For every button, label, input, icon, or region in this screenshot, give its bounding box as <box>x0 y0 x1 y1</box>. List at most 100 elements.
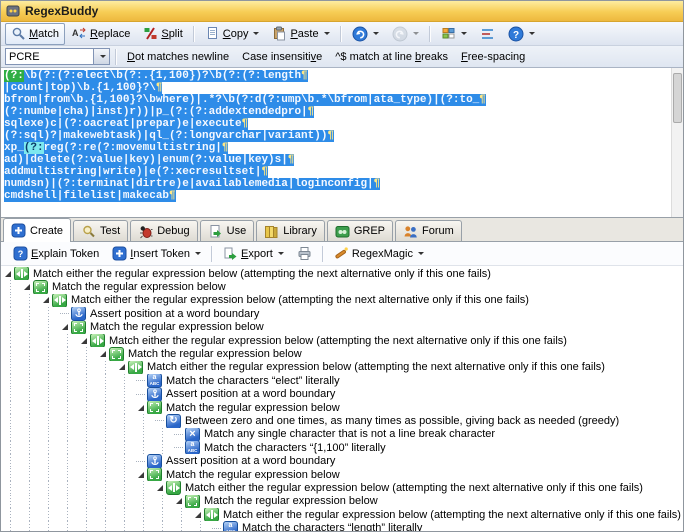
tree-guide-line <box>77 454 96 467</box>
regex-editor[interactable]: (?:\b(?:(?:elect\b(?:.{1,100})?\b(?:(?:l… <box>1 68 683 218</box>
option-case-insensitive[interactable]: Case insensitive <box>237 49 327 65</box>
tree-guide-line <box>115 495 134 508</box>
split-button[interactable]: Split <box>137 23 188 45</box>
tree-row[interactable]: Match either the regular expression belo… <box>1 508 683 521</box>
editor-scrollbar[interactable] <box>671 68 683 217</box>
tab-forum[interactable]: Forum <box>395 220 462 241</box>
regex-line: numdsn)|(?:terminat|dirtre)e|availableme… <box>4 178 669 190</box>
tree-row[interactable]: aABCMatch the characters “{1,100” litera… <box>1 441 683 454</box>
tree-row[interactable]: ↻Between zero and one times, as many tim… <box>1 414 683 427</box>
tab-library[interactable]: Library <box>256 220 325 241</box>
alternation-icon <box>166 481 181 494</box>
scrollbar-thumb[interactable] <box>673 73 682 123</box>
expand-toggle[interactable] <box>96 351 109 357</box>
tree-row[interactable]: Match the regular expression below <box>1 401 683 414</box>
title-bar[interactable]: RegexBuddy <box>1 1 683 22</box>
expand-toggle[interactable] <box>134 405 147 411</box>
button-label: ^$ match at line breaks <box>335 51 448 63</box>
tree-guide-line <box>20 334 39 347</box>
tree-guide-line <box>1 280 20 293</box>
flavor-dropdown-button[interactable] <box>93 49 109 64</box>
chevron-down-icon <box>413 32 419 35</box>
expand-toggle[interactable] <box>172 498 185 504</box>
chevron-down-icon <box>324 32 330 35</box>
tab-create[interactable]: Create <box>3 218 71 242</box>
alternation-icon <box>204 508 219 521</box>
tree-row[interactable]: Match the regular expression below <box>1 495 683 508</box>
library-tab-icon <box>264 224 279 239</box>
button-label: Replace <box>90 28 130 40</box>
tree-guide-line <box>20 374 39 387</box>
tree-guide-line <box>58 428 77 441</box>
expand-toggle[interactable] <box>77 338 90 344</box>
tab-label: Forum <box>422 225 454 237</box>
tree-row[interactable]: aABCMatch the characters “elect” literal… <box>1 374 683 387</box>
paste-button[interactable]: Paste <box>266 23 335 45</box>
tree-row[interactable]: Match either the regular expression belo… <box>1 334 683 347</box>
tree-guide-line <box>20 401 39 414</box>
export-button[interactable]: Export <box>217 243 290 265</box>
tree-row[interactable]: Match the regular expression below <box>1 321 683 334</box>
tree-guide-line <box>115 388 134 401</box>
highlight-colors-button[interactable] <box>435 23 473 45</box>
insert-token-button[interactable]: Insert Token <box>106 243 207 265</box>
option-dot-matches-newline[interactable]: Dot matches newline <box>122 49 234 65</box>
tree-row[interactable]: Match either the regular expression belo… <box>1 481 683 494</box>
expand-toggle[interactable] <box>153 485 166 491</box>
expand-toggle[interactable] <box>1 271 14 277</box>
match-button[interactable]: Match <box>5 23 65 45</box>
tree-guide-line <box>134 481 153 494</box>
tree-row[interactable]: Match the regular expression below <box>1 280 683 293</box>
separator <box>340 26 342 42</box>
tree-guide-line <box>115 454 134 467</box>
expand-toggle[interactable] <box>134 472 147 478</box>
redo-button[interactable] <box>386 23 425 45</box>
replace-button[interactable]: AReplace <box>66 23 136 45</box>
tree-row[interactable]: aABCMatch the characters “length” litera… <box>1 521 683 532</box>
tree-node-label: Match any single character that is not a… <box>204 428 495 440</box>
tree-row[interactable]: Match the regular expression below <box>1 468 683 481</box>
flavor-select[interactable]: PCRE <box>5 48 110 65</box>
explain-token-button[interactable]: ?Explain Token <box>7 243 105 265</box>
tree-row[interactable]: Match the regular expression below <box>1 347 683 360</box>
help-button[interactable]: ? <box>502 23 541 45</box>
regexmagic-icon <box>334 246 349 261</box>
tree-row[interactable]: ×Match any single character that is not … <box>1 428 683 441</box>
tree-row[interactable]: Assert position at a word boundary <box>1 388 683 401</box>
tree-guide-line <box>39 334 58 347</box>
tree-guide-line <box>1 374 20 387</box>
expand-toggle[interactable] <box>20 284 33 290</box>
tree-guide-line <box>39 401 58 414</box>
selected-text: (?:\b(?:(?:elect\b(?:.{1,100})?\b(?:(?:l… <box>4 70 308 82</box>
copy-button[interactable]: Copy <box>199 23 266 45</box>
expand-toggle[interactable] <box>58 324 71 330</box>
svg-text:?: ? <box>18 249 24 259</box>
undo-button[interactable] <box>346 23 385 45</box>
option-free-spacing[interactable]: Free-spacing <box>456 49 530 65</box>
leaf-connector <box>134 461 147 462</box>
tree-row[interactable]: Match either the regular expression belo… <box>1 294 683 307</box>
tab-grep[interactable]: GREP <box>327 220 393 241</box>
tree-row[interactable]: Assert position at a word boundary <box>1 454 683 467</box>
tab-label: GREP <box>354 225 385 237</box>
print-button[interactable] <box>291 243 318 265</box>
expand-toggle[interactable] <box>191 512 204 518</box>
tab-use[interactable]: Use <box>200 220 255 241</box>
tree-guide-line <box>39 414 58 427</box>
tab-debug[interactable]: Debug <box>130 220 197 241</box>
tree-guide-line <box>58 414 77 427</box>
regexmagic-button[interactable]: RegexMagic <box>328 243 430 265</box>
expand-toggle[interactable] <box>39 297 52 303</box>
tree-row[interactable]: Match either the regular expression belo… <box>1 361 683 374</box>
separator <box>193 26 195 42</box>
line-wrap-marker: ¶ <box>479 94 486 106</box>
expand-toggle[interactable] <box>115 364 128 370</box>
tree-guide-line <box>58 347 77 360</box>
tree-guide-line <box>96 388 115 401</box>
tree-row[interactable]: Assert position at a word boundary <box>1 307 683 320</box>
option-match-at-line-breaks[interactable]: ^$ match at line breaks <box>330 49 453 65</box>
tab-test[interactable]: Test <box>73 220 128 241</box>
print-icon <box>297 246 312 261</box>
tree-row[interactable]: Match either the regular expression belo… <box>1 267 683 280</box>
compare-button[interactable] <box>474 23 501 45</box>
